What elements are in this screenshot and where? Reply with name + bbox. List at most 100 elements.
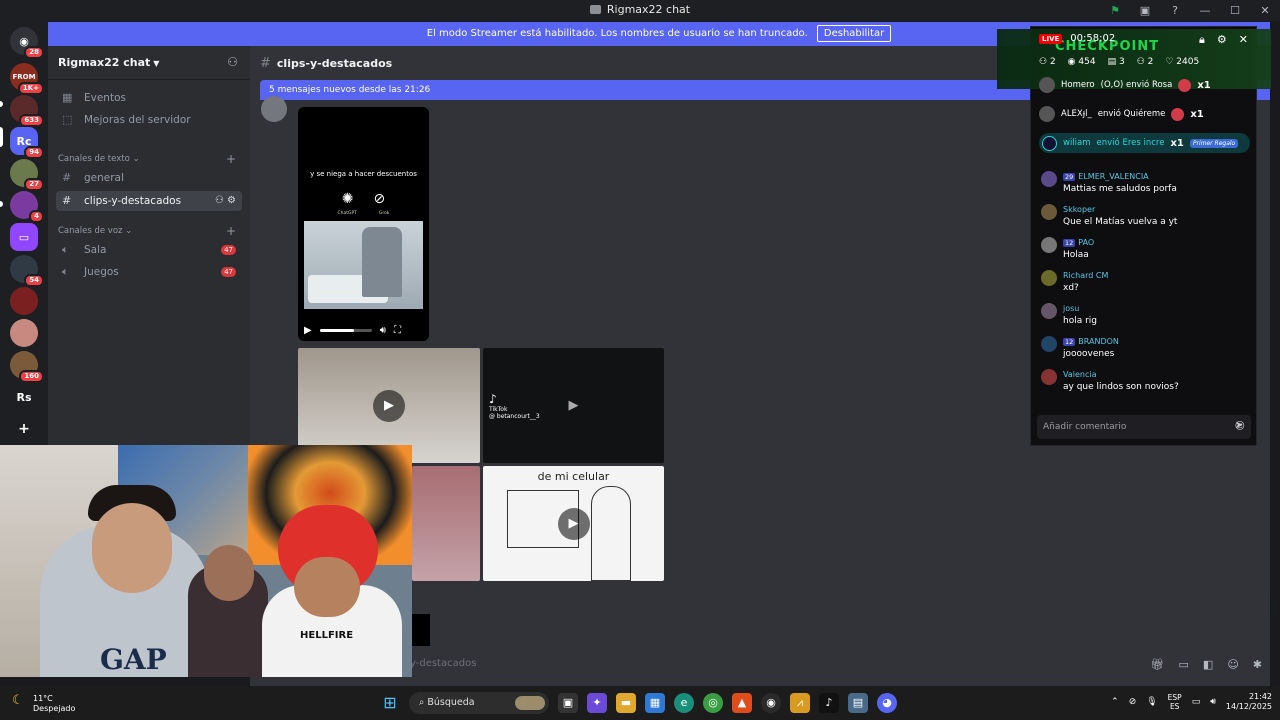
voice-channel-sala[interactable]: 🔈︎ Sala 47 [56, 240, 242, 260]
voice-channel-juegos[interactable]: 🔈︎ Juegos 47 [56, 262, 242, 282]
send-icon[interactable]: ➤ [1235, 420, 1243, 431]
close-icon[interactable]: ✕ [1239, 33, 1248, 47]
grok-logo-icon: ⊘ [373, 191, 386, 207]
video-progress-bar[interactable] [319, 328, 372, 332]
search-label: Búsqueda [427, 697, 475, 708]
video-attachment[interactable]: y se niega a hacer descuentos ✺ ⊘ ChatGPT… [298, 107, 429, 341]
minimize-button[interactable]: — [1190, 4, 1220, 17]
edge-icon[interactable]: e [674, 693, 694, 713]
sidebar-item-label: Eventos [84, 92, 126, 104]
category-voice-channels[interactable]: Canales de voz ⌄ + [58, 224, 236, 238]
channel-label: clips-y-destacados [84, 195, 182, 207]
stat-followers: ⚇ 2 [1136, 57, 1154, 67]
display-icon[interactable]: ▭ [1192, 697, 1201, 707]
channel-settings-icons[interactable]: ⚇ ⚙ [215, 191, 236, 211]
avatar [1041, 336, 1057, 352]
guild-from[interactable]: FROM 1K+ [10, 63, 44, 95]
maximize-button[interactable]: ☐ [1220, 4, 1250, 17]
add-channel-icon[interactable]: + [226, 224, 236, 238]
sticker-icon[interactable]: ◧ [1203, 658, 1213, 671]
message-input[interactable]: y-destacados [410, 658, 476, 669]
volume-icon[interactable]: 🔊︎ [380, 325, 386, 336]
app-icon[interactable]: ⩘ [790, 693, 810, 713]
copilot-icon[interactable]: ✦ [587, 693, 607, 713]
video-tile[interactable] [412, 614, 430, 646]
gif-icon[interactable]: ▭ [1179, 658, 1189, 671]
tiktok-icon[interactable]: ♪ [819, 693, 839, 713]
language-indicator[interactable]: ESP ES [1168, 693, 1182, 711]
sidebar-item-events[interactable]: ▦ Eventos [56, 88, 242, 108]
brave-icon[interactable]: ▲ [732, 693, 752, 713]
guild-item[interactable]: 4 [10, 191, 44, 223]
task-view-icon[interactable]: ▣ [558, 693, 578, 713]
video-tile-tiktok[interactable]: ♪ TikTok @ betancourt__3 ▶ [483, 348, 664, 463]
obs-icon[interactable]: ◉ [761, 693, 781, 713]
avatar[interactable] [261, 96, 287, 122]
guild-item[interactable]: 27 [10, 159, 44, 191]
search-highlight-image [515, 696, 545, 710]
chevron-up-icon[interactable]: ⌃ [1111, 697, 1119, 707]
channel-clips-y-destacados[interactable]: # clips-y-destacados ⚇ ⚙ [56, 191, 242, 211]
live-chat-overlay: CHECKPOINT LIVE 00:58:02 🔒︎ ⚙ ✕ ⚇ 2 ◉ 45… [997, 26, 1271, 446]
store-icon[interactable]: ▦ [645, 693, 665, 713]
lang-label: ES [1169, 702, 1180, 711]
app-icon[interactable]: ▤ [848, 693, 868, 713]
banner-text: El modo Streamer está habilitado. Los no… [426, 28, 808, 39]
file-explorer-icon[interactable]: ▬ [616, 693, 636, 713]
invite-people-icon[interactable]: ⚇ [227, 55, 238, 69]
apps-icon[interactable]: ✱ [1253, 658, 1262, 671]
video-tile[interactable] [412, 466, 480, 581]
guild-rigmax22[interactable]: Rc 94 [10, 127, 44, 159]
emoji-icon[interactable]: ☺ [1227, 658, 1238, 671]
volume-icon[interactable]: 🔊︎ [1210, 697, 1216, 707]
chat-scrollbar[interactable] [1271, 596, 1276, 618]
close-button[interactable]: ✕ [1250, 4, 1280, 17]
video-tile[interactable]: de mi celular ▶ [483, 466, 664, 581]
category-text-channels[interactable]: Canales de texto ⌄ + [58, 152, 236, 166]
play-icon[interactable]: ▶ [558, 390, 590, 422]
guild-item[interactable]: 54 [10, 255, 44, 287]
chat-text: Holaa [1063, 250, 1089, 260]
taskbar-search[interactable]: ⌕ Búsqueda [409, 692, 549, 714]
fullscreen-icon[interactable]: ⛶ [394, 325, 401, 336]
discord-icon[interactable]: ◕ [877, 693, 897, 713]
sidebar-item-boosts[interactable]: ⬚ Mejoras del servidor [56, 110, 242, 130]
guild-twitch[interactable]: ▭ [10, 223, 38, 251]
network-off-icon[interactable]: ⊘ [1129, 697, 1137, 707]
guild-item[interactable] [10, 319, 38, 347]
guild-rs[interactable]: Rs [10, 383, 38, 411]
tiktok-watermark: ♪ TikTok @ betancourt__3 [489, 392, 540, 420]
help-icon[interactable]: ? [1160, 4, 1190, 17]
lock-icon[interactable]: 🔒︎ [1199, 33, 1205, 47]
gift-icon[interactable]: 🎁︎ [1151, 658, 1165, 671]
guild-item[interactable] [10, 287, 38, 315]
microphone-icon[interactable]: 🎙︎ [1146, 697, 1157, 707]
comment-input[interactable]: Añadir comentario ☺ [1037, 415, 1251, 439]
play-icon[interactable]: ▶ [304, 325, 312, 336]
dm-home-button[interactable]: ◉ 28 [10, 27, 44, 59]
add-channel-icon[interactable]: + [226, 152, 236, 166]
channel-general[interactable]: # general [56, 168, 242, 188]
play-icon[interactable]: ▶ [373, 389, 405, 422]
flag-icon[interactable]: ⚑ [1100, 4, 1130, 17]
inbox-icon[interactable]: ▣ [1130, 4, 1160, 17]
channel-label: general [84, 172, 124, 184]
guild-badge: 94 [24, 146, 44, 159]
gift-event: Homero (O,O) envió Rosa x1 [1039, 77, 1211, 93]
chat-username: 12 BRANDON [1063, 337, 1119, 346]
windows-start-icon[interactable]: ⊞ [380, 693, 400, 713]
play-icon[interactable]: ▶ [557, 507, 590, 540]
channel-label: Sala [84, 244, 107, 256]
clock[interactable]: 21:42 14/12/2025 [1226, 692, 1272, 712]
settings-icon[interactable]: ⚙ [1217, 33, 1227, 47]
chrome-icon[interactable]: ◎ [703, 693, 723, 713]
server-header[interactable]: Rigmax22 chat ▼ ⚇ [48, 46, 250, 80]
add-server-button[interactable]: + [10, 415, 38, 443]
weather-widget[interactable]: ☾ 11°C Despejado [12, 694, 75, 714]
chat-text: Que el Matías vuelva a yt [1063, 217, 1178, 227]
avatar [1041, 204, 1057, 220]
stat-likes: ♡ 2405 [1165, 57, 1200, 67]
guild-item[interactable]: 633 [10, 95, 44, 127]
guild-item[interactable]: 160 [10, 351, 44, 383]
disable-streamer-button[interactable]: Deshabilitar [816, 25, 892, 42]
